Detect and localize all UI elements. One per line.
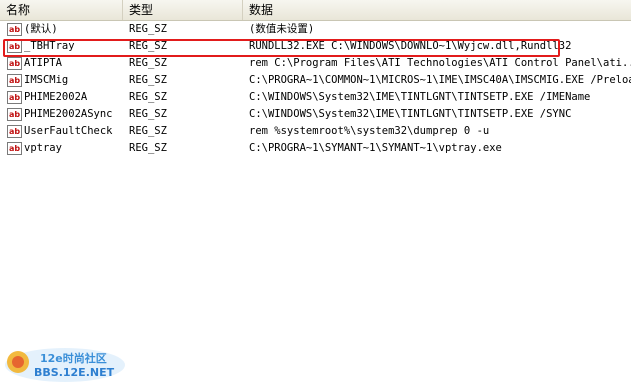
value-data: (数值未设置) xyxy=(249,23,315,35)
value-name: IMSCMig xyxy=(24,74,69,86)
highlight-box xyxy=(3,39,560,57)
registry-value-row[interactable]: ab UserFaultCheck REG_SZ rem %systemroot… xyxy=(0,123,631,140)
value-data: C:\WINDOWS\System32\IME\TINTLGNT\TINTSET… xyxy=(249,108,572,120)
value-type: REG_SZ xyxy=(129,108,167,120)
value-name: PHIME2002ASync xyxy=(24,108,113,120)
watermark-line1: 12e时尚社区 xyxy=(40,352,107,365)
registry-value-row[interactable]: ab PHIME2002ASync REG_SZ C:\WINDOWS\Syst… xyxy=(0,106,631,123)
string-value-icon: ab xyxy=(7,108,22,121)
registry-value-row[interactable]: ab ATIPTA REG_SZ rem C:\Program Files\AT… xyxy=(0,55,631,72)
value-type: REG_SZ xyxy=(129,125,167,137)
registry-value-row[interactable]: ab IMSCMig REG_SZ C:\PROGRA~1\COMMON~1\M… xyxy=(0,72,631,89)
column-header-type[interactable]: 类型 xyxy=(123,0,243,20)
value-type: REG_SZ xyxy=(129,142,167,154)
value-name: PHIME2002A xyxy=(24,91,88,103)
string-value-icon: ab xyxy=(7,23,22,36)
site-watermark: 12e时尚社区 BBS.12E.NET xyxy=(0,338,130,384)
column-header-data[interactable]: 数据 xyxy=(243,0,631,20)
string-value-icon: ab xyxy=(7,74,22,87)
value-name: ATIPTA xyxy=(24,57,62,69)
value-name: (默认) xyxy=(24,23,58,35)
value-type: REG_SZ xyxy=(129,23,167,35)
registry-value-row[interactable]: ab (默认) REG_SZ (数值未设置) xyxy=(0,21,631,38)
string-value-icon: ab xyxy=(7,57,22,70)
value-data: C:\PROGRA~1\SYMANT~1\SYMANT~1\vptray.exe xyxy=(249,142,502,154)
string-value-icon: ab xyxy=(7,142,22,155)
list-header: 名称 类型 数据 xyxy=(0,0,631,21)
string-value-icon: ab xyxy=(7,125,22,138)
string-value-icon: ab xyxy=(7,91,22,104)
value-data: C:\PROGRA~1\COMMON~1\MICROS~1\IME\IMSC40… xyxy=(249,74,631,86)
value-name: vptray xyxy=(24,142,62,154)
value-type: REG_SZ xyxy=(129,74,167,86)
value-type: REG_SZ xyxy=(129,91,167,103)
value-data: rem C:\Program Files\ATI Technologies\AT… xyxy=(249,57,631,69)
registry-value-row[interactable]: ab vptray REG_SZ C:\PROGRA~1\SYMANT~1\SY… xyxy=(0,140,631,157)
value-data: rem %systemroot%\system32\dumprep 0 -u xyxy=(249,125,490,137)
column-header-name[interactable]: 名称 xyxy=(0,0,123,20)
value-name: UserFaultCheck xyxy=(24,125,113,137)
watermark-line2: BBS.12E.NET xyxy=(34,366,115,379)
registry-value-row[interactable]: ab PHIME2002A REG_SZ C:\WINDOWS\System32… xyxy=(0,89,631,106)
value-data: C:\WINDOWS\System32\IME\TINTLGNT\TINTSET… xyxy=(249,91,591,103)
value-type: REG_SZ xyxy=(129,57,167,69)
